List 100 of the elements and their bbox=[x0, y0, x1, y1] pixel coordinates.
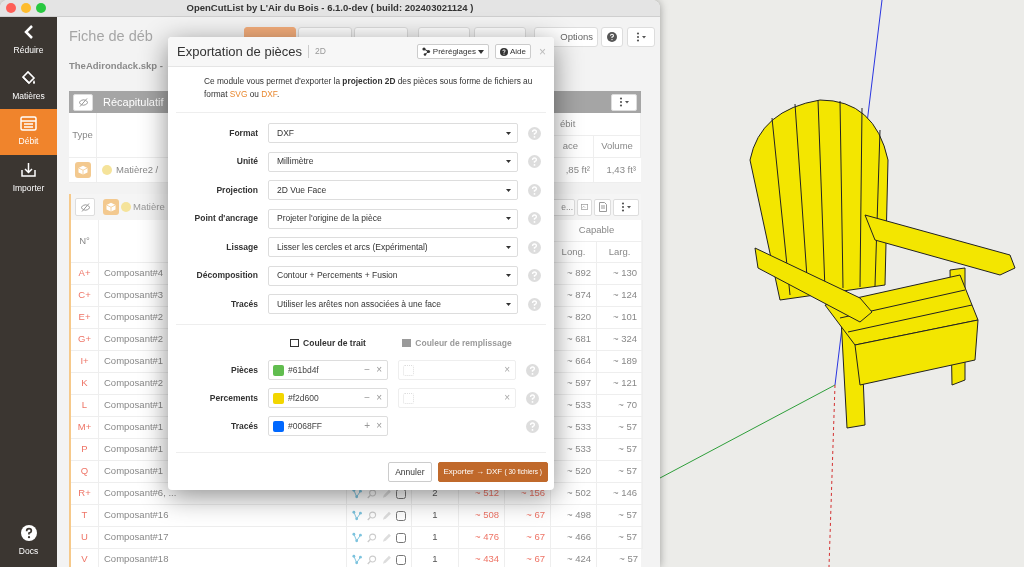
table-cell: P bbox=[71, 439, 99, 461]
caret-icon bbox=[506, 217, 511, 220]
intro-text: Ce module vous permet d’exporter la projection 2D des pièces sous forme de fichiers au format SVG ou DXF. bbox=[176, 67, 546, 113]
table-cell: 1 bbox=[412, 527, 459, 549]
material-name: Matière2 / bbox=[116, 162, 159, 177]
field-label: Unité bbox=[235, 155, 258, 168]
table-cell: 1,43 ft³ bbox=[594, 158, 641, 183]
network-icon bbox=[352, 488, 363, 499]
select-field[interactable]: Utiliser les arêtes non associées à une face bbox=[268, 294, 518, 314]
caret-icon bbox=[506, 245, 511, 249]
table-cell: K bbox=[71, 373, 99, 395]
select-field[interactable]: Lisser les cercles et arcs (Expérimental) bbox=[268, 237, 518, 257]
table-cell: A+ bbox=[71, 263, 99, 285]
field-label: Format bbox=[228, 126, 258, 140]
table-cell: ~ 57 bbox=[597, 439, 643, 461]
table-cell: M+ bbox=[71, 417, 99, 439]
table-cell: ~ 57 bbox=[597, 549, 643, 567]
presets-button[interactable]: Préréglages bbox=[416, 44, 489, 59]
select-field[interactable]: DXF bbox=[268, 123, 518, 143]
sidebar-item[interactable]: Matières bbox=[0, 63, 57, 109]
table-cell: Composant#17 bbox=[99, 527, 347, 549]
table-cell: R+ bbox=[71, 483, 99, 505]
caret-icon bbox=[477, 49, 484, 54]
visibility-button[interactable] bbox=[73, 93, 93, 111]
caret-icon bbox=[506, 188, 511, 192]
search-icon bbox=[367, 488, 377, 499]
row-checkbox[interactable] bbox=[396, 554, 406, 565]
table-cell: ~ 57 bbox=[597, 417, 643, 439]
caret-icon bbox=[506, 131, 511, 135]
help-icon bbox=[528, 269, 541, 282]
table-cell: Composant#18 bbox=[99, 549, 347, 567]
docs-button[interactable]: Docs bbox=[0, 525, 57, 567]
table-cell: ~ 57 bbox=[597, 527, 643, 549]
column-heading: Couleur de remplissage bbox=[415, 336, 512, 350]
table-cell: ~ 57 bbox=[597, 505, 643, 527]
table-cell: ~ 146 bbox=[597, 483, 643, 505]
table-cell: ~ 57 bbox=[597, 461, 643, 483]
help-button[interactable] bbox=[601, 27, 623, 47]
help-icon bbox=[528, 155, 541, 168]
help-icon bbox=[526, 363, 539, 377]
network-icon bbox=[352, 554, 363, 565]
sidebar-item[interactable]: Importer bbox=[0, 155, 57, 201]
table-cell: 1 bbox=[412, 549, 459, 567]
eye-slash-icon bbox=[77, 97, 89, 107]
table-cell: G+ bbox=[71, 329, 99, 351]
square-icon bbox=[402, 339, 412, 347]
table-cell: ~ 476 bbox=[459, 527, 505, 549]
menu-icon bbox=[635, 32, 647, 42]
table-cell: ~ 67 bbox=[505, 505, 551, 527]
field-label: Projection bbox=[215, 183, 258, 197]
close-window-button[interactable] bbox=[6, 3, 16, 13]
cancel-button[interactable]: Annuler bbox=[388, 462, 432, 482]
help-icon bbox=[526, 391, 539, 405]
table-cell: ~ 424 bbox=[551, 549, 597, 567]
table-cell: Composant#16 bbox=[99, 505, 347, 527]
page-title: Fiche de déb bbox=[69, 27, 153, 47]
table-cell: ~ 324 bbox=[597, 329, 643, 351]
table-cell: T bbox=[71, 505, 99, 527]
select-field[interactable]: 2D Vue Face bbox=[268, 180, 518, 200]
box-icon bbox=[74, 162, 91, 178]
field-label: Lissage bbox=[225, 240, 258, 254]
group-title: Matière bbox=[133, 199, 165, 214]
row-checkbox[interactable] bbox=[396, 532, 406, 543]
pencil-icon bbox=[381, 554, 391, 565]
select-field[interactable]: Contour + Percements + Fusion bbox=[268, 265, 518, 286]
table-cell: ~ 498 bbox=[551, 505, 597, 527]
color-value: #0068FF bbox=[288, 419, 324, 433]
menu-icon bbox=[618, 97, 630, 107]
field-label: Point d'ancrage bbox=[193, 212, 258, 225]
file-name: TheAdirondack.skp - bbox=[69, 60, 164, 72]
table-cell: 1 bbox=[412, 505, 459, 527]
help-icon bbox=[607, 32, 617, 42]
help-icon bbox=[499, 47, 508, 56]
row-checkbox[interactable] bbox=[396, 488, 406, 499]
column-header: Type bbox=[69, 113, 97, 158]
search-icon bbox=[367, 532, 377, 543]
menu-button[interactable] bbox=[627, 27, 655, 47]
sidebar-item[interactable]: Réduire bbox=[0, 17, 57, 63]
document-button[interactable] bbox=[594, 198, 611, 216]
caret-icon bbox=[506, 160, 511, 163]
table-cell: ~ 130 bbox=[597, 263, 643, 285]
visibility-button[interactable] bbox=[75, 198, 95, 216]
menu-button[interactable] bbox=[613, 198, 639, 216]
field-label: Décomposition bbox=[195, 269, 258, 282]
window-title: OpenCutList by L'Air du Bois - 6.1.0-dev ( build: 202403021124 ) bbox=[185, 0, 475, 15]
network-icon bbox=[352, 532, 363, 543]
chevron-left-icon bbox=[22, 23, 35, 40]
table-cell: ~ 121 bbox=[597, 373, 643, 395]
menu-button[interactable] bbox=[611, 93, 637, 111]
row-checkbox[interactable] bbox=[396, 510, 406, 521]
list-icon bbox=[20, 116, 37, 132]
select-field[interactable]: Projeter l'origine de la pièce bbox=[268, 208, 518, 229]
help-button[interactable]: Aide bbox=[494, 44, 531, 59]
search-icon bbox=[367, 510, 377, 521]
table-cell: ~ 67 bbox=[505, 549, 551, 567]
caret-icon bbox=[506, 274, 511, 277]
paint-bucket-icon bbox=[20, 69, 37, 86]
select-field[interactable]: Millimètre bbox=[268, 151, 518, 172]
label-button[interactable] bbox=[577, 198, 592, 216]
table-cell: L bbox=[71, 395, 99, 417]
